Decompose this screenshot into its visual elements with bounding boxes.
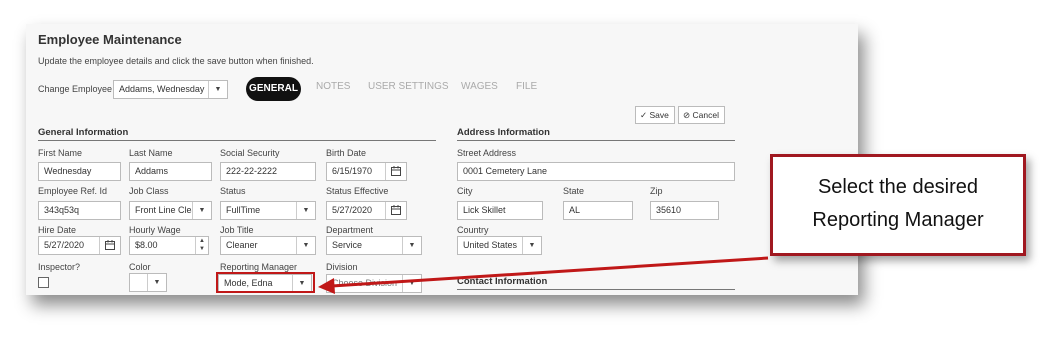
pointer-arrow-head [318,278,335,294]
instruction-callout: Select the desired Reporting Manager [770,154,1026,256]
callout-line-1: Select the desired [817,176,979,198]
callout-line-2: Reporting Manager [812,209,984,231]
pointer-arrow-line [331,256,769,288]
